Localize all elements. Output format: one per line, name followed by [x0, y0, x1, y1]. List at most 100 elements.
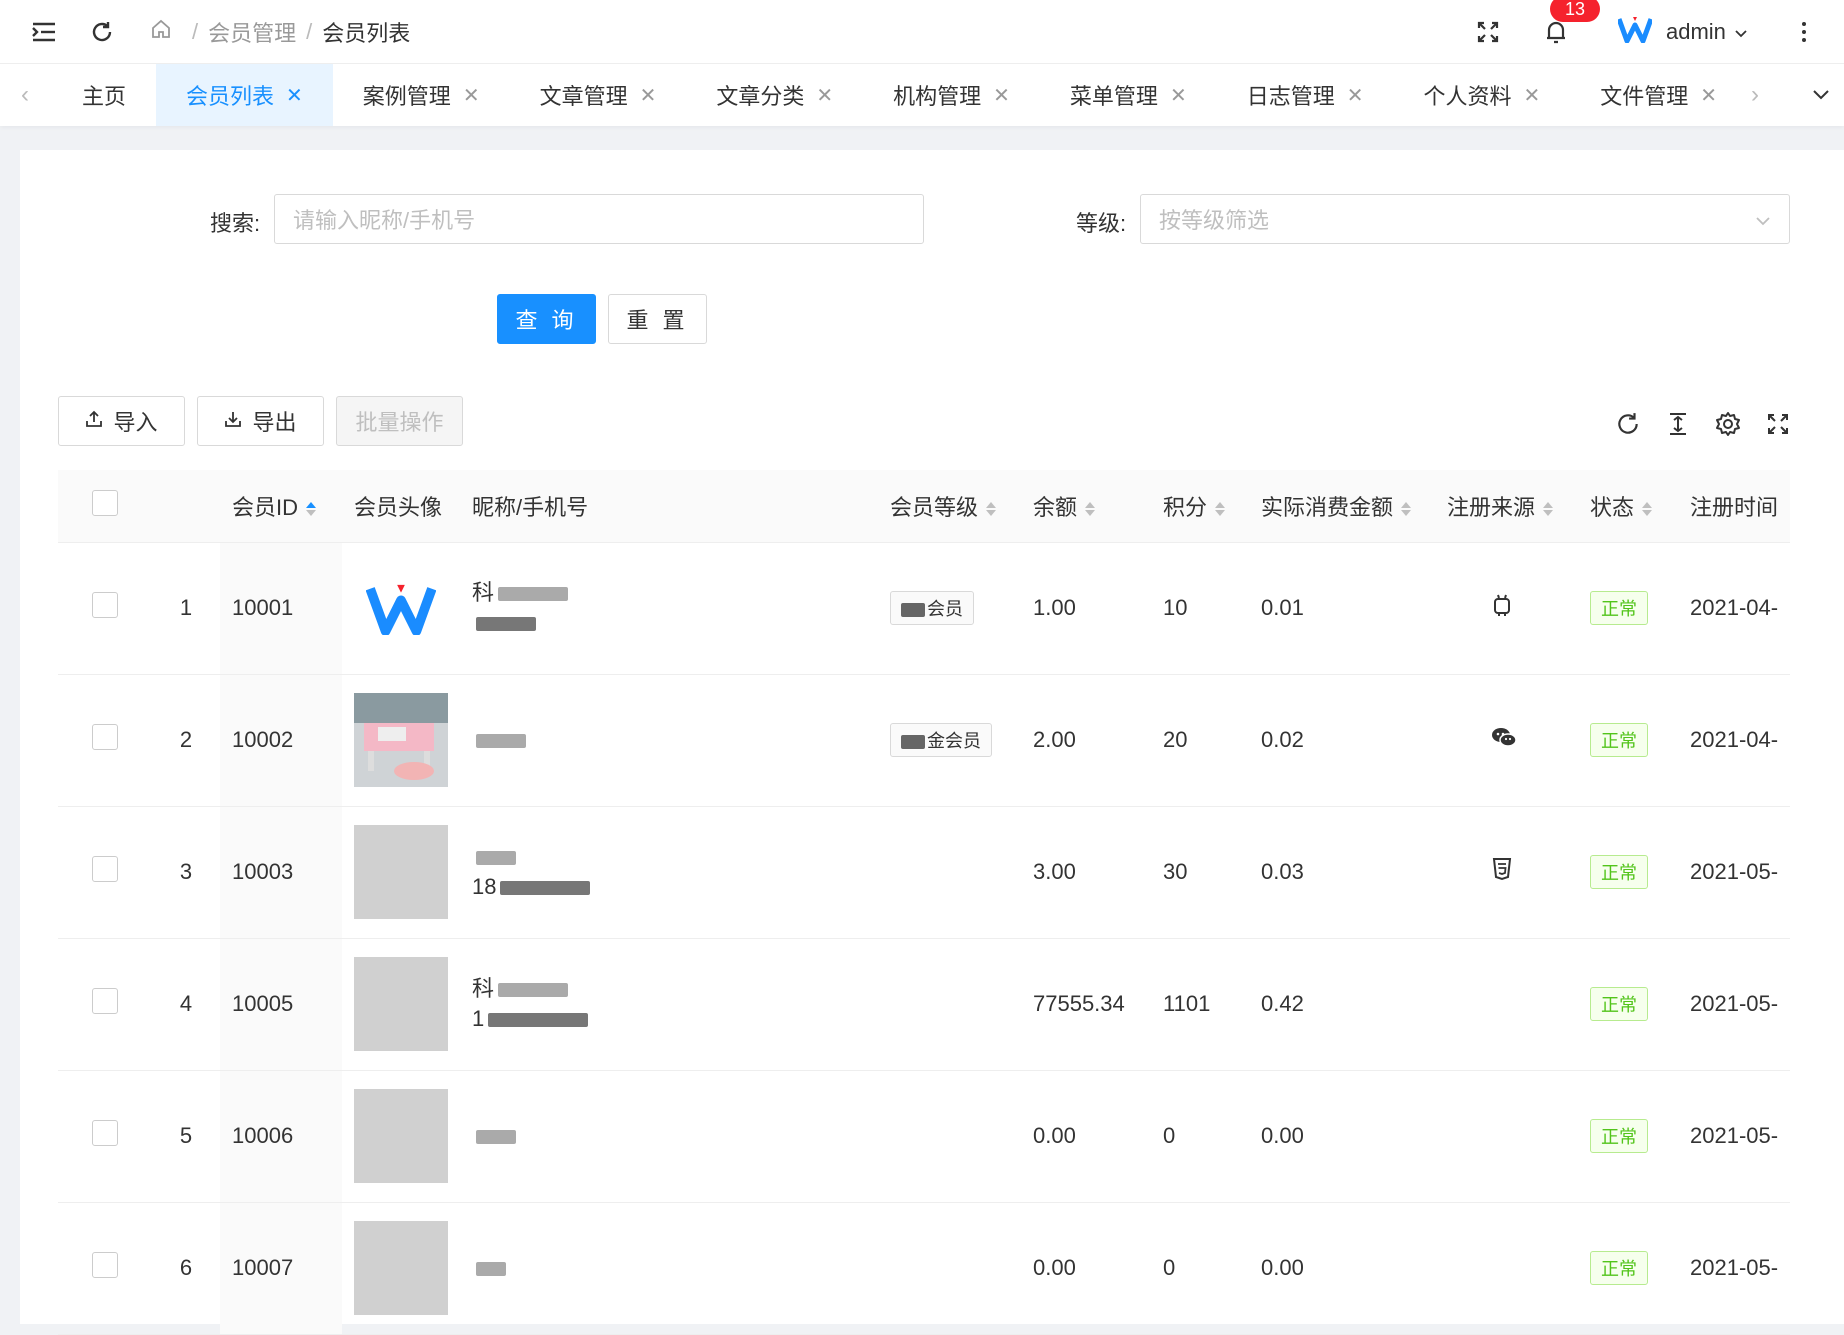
- menu-fold-icon[interactable]: [26, 14, 62, 50]
- balance: 0.00: [1021, 1202, 1151, 1335]
- reset-button[interactable]: 重 置: [608, 294, 707, 344]
- balance-header[interactable]: 余额: [1021, 470, 1151, 543]
- status-badge: 正常: [1590, 723, 1648, 757]
- source-header[interactable]: 注册来源: [1435, 470, 1578, 543]
- tab-4[interactable]: 文章分类 ✕: [686, 64, 863, 126]
- close-icon[interactable]: ✕: [1170, 83, 1187, 108]
- tab-list: 主页 会员列表 ✕ 案例管理 ✕ 文章管理 ✕ 文章分类 ✕ 机构管理 ✕ 菜单管理 ✕ 日志管理 ✕ 个人资…: [52, 64, 1747, 126]
- close-icon[interactable]: ✕: [993, 83, 1010, 108]
- tabs-scroll-left-icon[interactable]: ‹: [10, 80, 40, 110]
- points: 10: [1151, 542, 1249, 675]
- close-icon[interactable]: ✕: [640, 83, 657, 108]
- download-icon: [224, 408, 242, 434]
- sort-icon[interactable]: [986, 501, 997, 516]
- avatar: [354, 825, 448, 919]
- import-button[interactable]: 导入: [58, 396, 185, 446]
- setting-icon[interactable]: [1710, 406, 1746, 442]
- row-checkbox[interactable]: [92, 1120, 118, 1146]
- close-icon[interactable]: ✕: [286, 83, 303, 108]
- tab-3[interactable]: 文章管理 ✕: [510, 64, 687, 126]
- refresh-icon[interactable]: [84, 14, 120, 50]
- balance: 77555.34: [1021, 938, 1151, 1071]
- spent-header[interactable]: 实际消费金额: [1249, 470, 1435, 543]
- status-header[interactable]: 状态: [1578, 470, 1678, 543]
- member-id-header[interactable]: 会员ID: [220, 470, 342, 543]
- tabs-scroll-right-icon[interactable]: ›: [1740, 80, 1770, 110]
- close-icon[interactable]: ✕: [1524, 83, 1541, 108]
- export-button[interactable]: 导出: [197, 396, 324, 446]
- row-select-cell: [58, 1070, 152, 1203]
- points: 0: [1151, 1202, 1249, 1335]
- sort-icon[interactable]: [1543, 501, 1554, 516]
- fullscreen-table-icon[interactable]: [1760, 406, 1796, 442]
- level-label: 等级:: [1076, 211, 1127, 236]
- row-index: 3: [152, 806, 220, 939]
- select-all-cell: [58, 470, 152, 543]
- member-id: 10001: [220, 542, 342, 675]
- home-icon[interactable]: [150, 18, 172, 46]
- row-checkbox[interactable]: [92, 592, 118, 618]
- points-header[interactable]: 积分: [1151, 470, 1249, 543]
- spent: 0.01: [1249, 542, 1435, 675]
- tab-6[interactable]: 菜单管理 ✕: [1040, 64, 1217, 126]
- tab-2[interactable]: 案例管理 ✕: [333, 64, 510, 126]
- tab-1[interactable]: 会员列表 ✕: [156, 64, 333, 126]
- sort-icon[interactable]: [306, 501, 317, 516]
- sort-icon[interactable]: [1215, 501, 1226, 516]
- close-icon[interactable]: ✕: [1347, 83, 1364, 108]
- table-row[interactable]: 6 10007 0.00 0 0.00 正常 2021-05-: [58, 1202, 1790, 1335]
- points: 30: [1151, 806, 1249, 939]
- member-id: 10005: [220, 938, 342, 1071]
- masked-nickname: [476, 1262, 506, 1277]
- sort-icon[interactable]: [1401, 501, 1412, 516]
- user-menu[interactable]: admin: [1616, 12, 1748, 52]
- breadcrumb-item-member-management[interactable]: 会员管理: [208, 16, 296, 48]
- level-header[interactable]: 会员等级: [878, 470, 1021, 543]
- more-vertical-icon[interactable]: [1786, 14, 1822, 50]
- tab-0[interactable]: 主页: [52, 64, 156, 126]
- batch-operation-button[interactable]: 批量操作: [336, 396, 463, 446]
- row-select-cell: [58, 938, 152, 1071]
- fullscreen-icon[interactable]: [1470, 14, 1506, 50]
- upload-icon: [85, 408, 103, 434]
- select-all-checkbox[interactable]: [92, 489, 118, 516]
- level-cell: [878, 1070, 1021, 1203]
- row-checkbox[interactable]: [92, 856, 118, 882]
- tab-8[interactable]: 个人资料 ✕: [1393, 64, 1570, 126]
- tab-9[interactable]: 文件管理 ✕: [1570, 64, 1747, 126]
- reload-icon[interactable]: [1610, 406, 1646, 442]
- close-icon[interactable]: ✕: [1700, 83, 1717, 108]
- row-checkbox[interactable]: [92, 724, 118, 750]
- tab-label: 菜单管理: [1069, 84, 1158, 109]
- breadcrumb-separator: /: [192, 19, 199, 44]
- export-label: 导出: [252, 410, 297, 435]
- phone: 1: [472, 1006, 485, 1031]
- sort-icon[interactable]: [1085, 501, 1096, 516]
- nick-phone-cell: 科1: [460, 938, 878, 1071]
- table-row[interactable]: 4 10005 科 1 77555.34 1101 0.42 正常 2021-05-: [58, 938, 1790, 1071]
- table-row[interactable]: 1 10001 科会员 1.00 10 0.01 正常 2021-04-: [58, 542, 1790, 675]
- table-row[interactable]: 2 10002 金会员 2.00 20 0.02 正常 2021-04-: [58, 674, 1790, 807]
- row-select-cell: [58, 674, 152, 807]
- row-index: 5: [152, 1070, 220, 1203]
- tabs-dropdown-icon[interactable]: [1806, 80, 1836, 110]
- column-height-icon[interactable]: [1660, 406, 1696, 442]
- tab-5[interactable]: 机构管理 ✕: [863, 64, 1040, 126]
- sort-icon[interactable]: [1642, 501, 1653, 516]
- tab-label: 文章分类: [716, 84, 805, 109]
- status-cell: 正常: [1578, 674, 1678, 807]
- query-button[interactable]: 查 询: [497, 294, 596, 344]
- tab-7[interactable]: 日志管理 ✕: [1217, 64, 1394, 126]
- user-name: admin: [1666, 19, 1726, 44]
- close-icon[interactable]: ✕: [463, 83, 480, 108]
- points: 20: [1151, 674, 1249, 807]
- row-checkbox[interactable]: [92, 1252, 118, 1278]
- table-row[interactable]: 3 10003 18 3.00 30 0.03 正常 2021-05-: [58, 806, 1790, 939]
- member-table: 会员ID 会员头像 昵称/手机号 会员等级 余额 积分 实际消费金额 注册来源 …: [58, 470, 1790, 1335]
- close-icon[interactable]: ✕: [816, 83, 833, 108]
- table-row[interactable]: 5 10006 0.00 0 0.00 正常 2021-05-: [58, 1070, 1790, 1203]
- level-select[interactable]: 按等级筛选: [1140, 194, 1790, 244]
- masked-nickname: [476, 851, 516, 866]
- search-input[interactable]: 请输入昵称/手机号: [274, 194, 924, 244]
- row-checkbox[interactable]: [92, 988, 118, 1014]
